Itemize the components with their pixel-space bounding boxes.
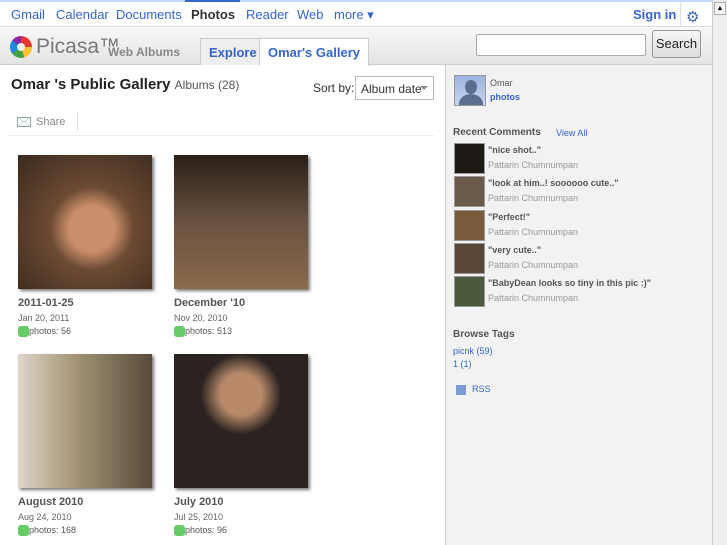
album-date: Aug 24, 2010 — [18, 512, 72, 522]
google-bar: Gmail Calendar Documents Photos Reader W… — [0, 2, 712, 27]
comment-thumbnail — [454, 176, 485, 207]
comment-thumbnail — [454, 276, 485, 307]
globe-icon — [174, 525, 185, 537]
comment-thumbnail — [454, 210, 485, 241]
nav-documents[interactable]: Documents — [116, 7, 182, 22]
album-title[interactable]: December '10 — [174, 297, 314, 309]
rss-icon — [456, 384, 466, 395]
nav-photos[interactable]: Photos — [191, 7, 235, 22]
gear-icon[interactable]: ⚙ — [686, 8, 699, 26]
album-date: Jul 25, 2010 — [174, 512, 224, 522]
tab-omars-gallery[interactable]: Omar's Gallery — [259, 38, 369, 66]
photos-link[interactable]: photos — [490, 92, 520, 102]
recent-comments-heading: Recent Comments — [453, 127, 541, 138]
album-date: Nov 20, 2010 — [174, 313, 228, 323]
globe-icon — [18, 525, 29, 537]
album-thumbnail[interactable] — [174, 155, 308, 289]
sort-select[interactable]: Album date — [355, 76, 434, 100]
comment-item[interactable]: "look at him..! soooooo cute.." Pattarin … — [454, 176, 709, 208]
browse-tags-heading: Browse Tags — [453, 329, 515, 340]
tag-link[interactable]: picnk (59) — [453, 346, 493, 356]
album-photos: photos: 56 — [18, 326, 158, 338]
album-title[interactable]: August 2010 — [18, 496, 158, 508]
view-all-link[interactable]: View All — [556, 128, 587, 138]
search-input[interactable] — [476, 34, 646, 56]
tag-link[interactable]: 1 (1) — [453, 359, 472, 369]
album-card[interactable]: August 2010 Aug 24, 2010 photos: 168 — [18, 354, 158, 537]
sign-in-link[interactable]: Sign in — [633, 7, 676, 22]
avatar[interactable] — [454, 75, 486, 106]
comment-item[interactable]: "BabyDean looks so tiny in this pic :)" P… — [454, 276, 709, 308]
album-card[interactable]: December '10 Nov 20, 2010 photos: 513 — [174, 155, 314, 338]
album-title[interactable]: 2011-01-25 — [18, 297, 158, 309]
album-title[interactable]: July 2010 — [174, 496, 314, 508]
album-thumbnail[interactable] — [18, 354, 152, 488]
nav-gmail[interactable]: Gmail — [11, 7, 45, 22]
comment-item[interactable]: "very cute.." Pattarin Chumnumpan — [454, 243, 709, 275]
share-button[interactable]: Share — [17, 116, 65, 128]
album-card[interactable]: July 2010 Jul 25, 2010 photos: 96 — [174, 354, 314, 537]
page-title: Omar 's Public Gallery Albums (28) — [11, 76, 240, 93]
tab-explore[interactable]: Explore — [200, 38, 266, 65]
envelope-icon — [17, 117, 31, 128]
album-thumbnail[interactable] — [174, 354, 308, 488]
comment-thumbnail — [454, 243, 485, 274]
album-card[interactable]: 2011-01-25 Jan 20, 2011 photos: 56 — [18, 155, 158, 338]
sidebar: Omar photos Recent Comments View All "ni… — [445, 65, 712, 545]
nav-calendar[interactable]: Calendar — [56, 7, 109, 22]
user-name: Omar — [490, 78, 513, 88]
scrollbar[interactable]: ▲ — [712, 0, 727, 545]
rss-link[interactable]: RSS — [456, 384, 491, 395]
nav-web[interactable]: Web — [297, 7, 324, 22]
album-photos: photos: 168 — [18, 525, 158, 537]
comment-item[interactable]: "Perfect!" Pattarin Chumnumpan — [454, 210, 709, 242]
comment-item[interactable]: "nice shot.." Pattarin Chumnumpan — [454, 143, 709, 175]
globe-icon — [174, 326, 185, 338]
sort-label: Sort by: — [313, 81, 355, 95]
comment-thumbnail — [454, 143, 485, 174]
albums-count: Albums (28) — [174, 78, 240, 92]
web-albums-label: Web Albums — [108, 45, 181, 59]
search-button[interactable]: Search — [652, 30, 701, 58]
album-photos: photos: 513 — [174, 326, 314, 338]
picasa-logo-icon — [10, 36, 32, 58]
scroll-up-arrow-icon[interactable]: ▲ — [714, 2, 726, 15]
album-thumbnail[interactable] — [18, 155, 152, 289]
album-date: Jan 20, 2011 — [18, 313, 70, 323]
nav-reader[interactable]: Reader — [246, 7, 289, 22]
chevron-down-icon — [420, 86, 428, 90]
album-photos: photos: 96 — [174, 525, 314, 537]
globe-icon — [18, 326, 29, 338]
nav-more[interactable]: more ▾ — [334, 7, 374, 23]
